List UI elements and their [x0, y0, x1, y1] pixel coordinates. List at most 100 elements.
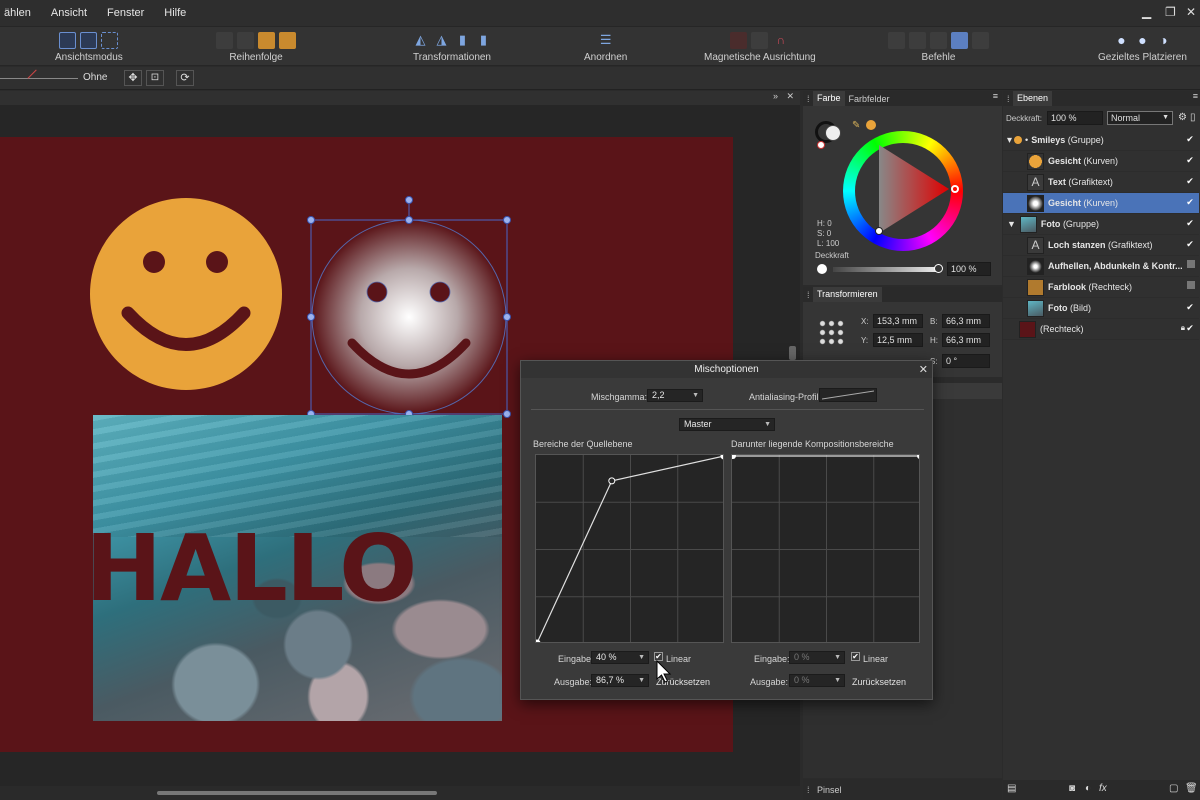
y-field[interactable]: 12,5 mm: [873, 333, 923, 347]
layer-row[interactable]: Foto (Bild) ✔: [1003, 298, 1199, 319]
opacity-field[interactable]: 100 %: [947, 262, 991, 276]
underlying-input-field[interactable]: 0 % ▼: [789, 651, 845, 664]
curve-point[interactable]: [720, 454, 724, 460]
vertical-scrollbar[interactable]: [789, 346, 796, 360]
panel-grip-icon-3[interactable]: ⁞: [803, 785, 813, 795]
menu-item-help[interactable]: Hilfe: [154, 7, 196, 19]
layers-panel-menu-icon[interactable]: ≡: [1193, 91, 1198, 101]
visibility-checkbox[interactable]: [1187, 260, 1195, 268]
underlying-reset-button[interactable]: Zurücksetzen: [852, 677, 906, 687]
layer-lock-icon[interactable]: ▯: [1190, 112, 1196, 123]
anchor-grid-icon[interactable]: [818, 319, 846, 347]
expand-icon[interactable]: ▼: [1007, 219, 1016, 229]
layer-row[interactable]: (Rechteck) 🔒︎ ✔: [1003, 319, 1199, 340]
opacity-slider-handle[interactable]: [934, 264, 943, 273]
width-field[interactable]: 66,3 mm: [942, 314, 990, 328]
layer-row[interactable]: ▼ Foto (Gruppe) ✔: [1003, 214, 1199, 235]
transform-origin-icon[interactable]: ⊡: [146, 70, 164, 86]
visibility-checkbox[interactable]: ✔: [1185, 323, 1195, 333]
move-crosshair-icon[interactable]: ✥: [124, 70, 142, 86]
source-input-field[interactable]: 40 % ▼: [591, 651, 649, 664]
move-backward-icon[interactable]: [237, 31, 254, 49]
flip-vertical-icon[interactable]: ◮: [433, 32, 450, 49]
blend-mode-select[interactable]: Normal ▼: [1107, 111, 1173, 125]
underlying-range-graph[interactable]: [731, 454, 920, 643]
curve-point[interactable]: [608, 477, 616, 485]
layer-stack-icon[interactable]: ▤: [1007, 783, 1016, 794]
move-forward-icon[interactable]: [258, 31, 275, 49]
visibility-checkbox[interactable]: ✔: [1185, 218, 1195, 228]
source-range-graph[interactable]: [535, 454, 724, 643]
menu-item-window[interactable]: Fenster: [97, 7, 154, 19]
grid-snap-icon[interactable]: [730, 31, 748, 49]
panel-menu-icon[interactable]: ≡: [993, 91, 998, 101]
layer-row[interactable]: Aufhellen, Abdunkeln & Kontr...: [1003, 256, 1199, 277]
visibility-checkbox[interactable]: ✔: [1185, 176, 1195, 186]
panel-grip-icon-4[interactable]: ⁞: [1003, 94, 1013, 104]
tab-transform[interactable]: Transformieren: [813, 287, 882, 302]
panel-grip-icon-2[interactable]: ⁞: [803, 290, 813, 300]
stroke-value[interactable]: Ohne: [83, 72, 107, 83]
rotate-left-icon[interactable]: ▮: [454, 32, 471, 49]
delete-layer-icon[interactable]: 🗑︎: [1185, 783, 1198, 794]
height-field[interactable]: 66,3 mm: [942, 333, 990, 347]
mask-icon[interactable]: ◙: [1069, 783, 1075, 794]
place-inside-icon[interactable]: ●: [1134, 32, 1151, 49]
visibility-checkbox[interactable]: ✔: [1185, 134, 1195, 144]
expand-icon[interactable]: ▾: [1007, 135, 1012, 146]
dialog-close-icon[interactable]: ✕: [919, 363, 928, 376]
visibility-checkbox[interactable]: ✔: [1185, 239, 1195, 249]
boolean-xor-icon[interactable]: [951, 31, 968, 49]
horizontal-scrollbar[interactable]: [0, 786, 800, 800]
magnet-icon[interactable]: ∩: [772, 32, 789, 49]
hallo-text[interactable]: HALLO: [85, 519, 415, 619]
place-front-icon[interactable]: ◑: [1155, 32, 1172, 49]
view-mode-icon-3[interactable]: [101, 31, 119, 49]
recent-color-swatch[interactable]: [866, 120, 876, 130]
curve-point[interactable]: [535, 639, 541, 643]
curve-point[interactable]: [731, 454, 736, 459]
view-mode-icon-2[interactable]: [80, 31, 98, 49]
no-color-icon[interactable]: [817, 141, 825, 149]
smiley-gradient-selected[interactable]: [300, 195, 520, 425]
channel-select[interactable]: Master ▼: [679, 418, 775, 431]
boolean-subtract-icon[interactable]: [909, 31, 926, 49]
visibility-checkbox[interactable]: [1187, 281, 1195, 289]
visibility-checkbox[interactable]: ✔: [1185, 155, 1195, 165]
restore-icon[interactable]: ❐: [1165, 5, 1176, 19]
layer-row[interactable]: A Loch stanzen (Grafiktext) ✔: [1003, 235, 1199, 256]
layer-row[interactable]: Farblook (Rechteck): [1003, 277, 1199, 298]
rotate-right-icon[interactable]: ▮: [475, 32, 492, 49]
source-output-field[interactable]: 86,7 % ▼: [591, 674, 649, 687]
blend-gamma-field[interactable]: 2,2 ▼: [647, 389, 703, 402]
blend-options-gear-icon[interactable]: ⚙: [1178, 112, 1187, 123]
close-icon[interactable]: ✕: [1186, 5, 1196, 19]
tab-swatches[interactable]: Farbfelder: [845, 94, 894, 104]
color-picker-icon[interactable]: ✎: [852, 120, 860, 131]
layer-row[interactable]: Gesicht (Kurven) ✔: [1003, 151, 1199, 172]
curve-point[interactable]: [917, 454, 920, 459]
layer-row-selected[interactable]: Gesicht (Kurven) ✔: [1003, 193, 1199, 214]
tab-brushes[interactable]: Pinsel: [813, 785, 846, 795]
align-icon[interactable]: ☰: [597, 32, 614, 49]
layer-opacity-field[interactable]: 100 %: [1047, 111, 1103, 125]
layer-row[interactable]: A Text (Grafiktext) ✔: [1003, 172, 1199, 193]
flip-horizontal-icon[interactable]: ◭: [412, 32, 429, 49]
minimize-icon[interactable]: ▁: [1142, 5, 1151, 19]
document-close-icon[interactable]: ✕: [786, 91, 794, 102]
menu-item-select[interactable]: ählen: [0, 7, 41, 19]
tab-layers[interactable]: Ebenen: [1013, 91, 1053, 106]
panel-collapse-icon[interactable]: »: [773, 91, 778, 101]
view-mode-icon-1[interactable]: [59, 31, 77, 49]
underlying-linear-checkbox[interactable]: ✔: [851, 652, 860, 661]
panel-grip-icon[interactable]: ⁞: [803, 94, 813, 104]
smiley-orange[interactable]: [88, 196, 284, 392]
visibility-checkbox[interactable]: ✔: [1185, 302, 1195, 312]
move-front-icon[interactable]: [279, 31, 296, 49]
antialiasing-profile[interactable]: [819, 388, 877, 402]
menu-item-view[interactable]: Ansicht: [41, 7, 97, 19]
underlying-output-field[interactable]: 0 % ▼: [789, 674, 845, 687]
move-back-icon[interactable]: [216, 31, 233, 49]
snap-options-icon[interactable]: [751, 31, 769, 49]
scroll-thumb[interactable]: [157, 791, 437, 795]
